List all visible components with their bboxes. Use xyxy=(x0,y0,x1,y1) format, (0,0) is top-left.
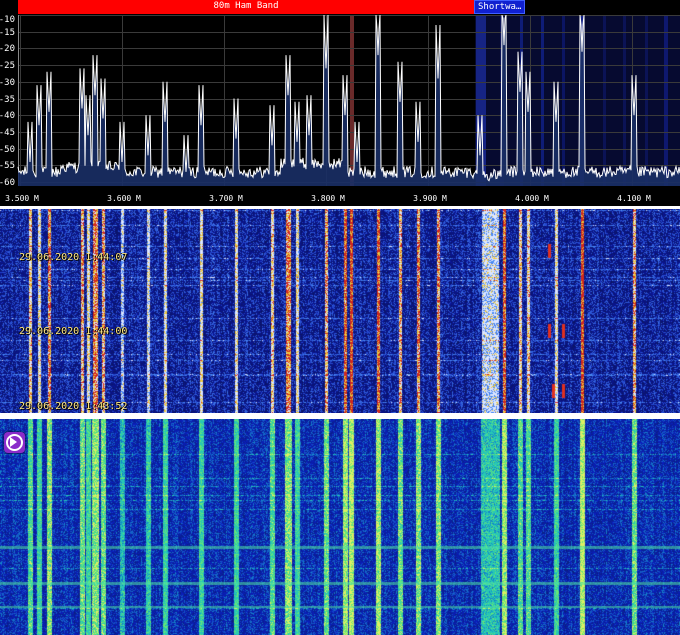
y-tick-label: -20 xyxy=(0,44,15,54)
waterfall-playback-canvas[interactable] xyxy=(0,419,680,635)
y-tick-label: -50 xyxy=(0,145,15,155)
x-tick-label: 3.800 M xyxy=(311,194,345,203)
spectrum-plot[interactable]: -10 -15 -20 -25 -30 -35 -40 -45 -50 -55 … xyxy=(0,15,680,206)
y-tick-label: -15 xyxy=(0,28,15,38)
play-button[interactable] xyxy=(4,432,25,453)
y-tick-label: -40 xyxy=(0,111,15,121)
y-tick-label: -35 xyxy=(0,95,15,105)
x-tick-label: 4.000 M xyxy=(515,194,549,203)
waterfall-canvas[interactable] xyxy=(0,209,680,413)
y-tick-label: -30 xyxy=(0,78,15,88)
band-shortwave[interactable]: Shortwa… xyxy=(474,0,525,14)
y-tick-label: -55 xyxy=(0,161,15,171)
x-tick-label: 3.900 M xyxy=(413,194,447,203)
waterfall-timestamp: 29.06.2020 1:43:52 xyxy=(19,401,128,412)
spectrum-display[interactable]: -10 -15 -20 -25 -30 -35 -40 -45 -50 -55 … xyxy=(0,15,680,206)
x-tick-label: 3.600 M xyxy=(107,194,141,203)
y-tick-label: -45 xyxy=(0,128,15,138)
band-80m-ham[interactable]: 80m Ham Band xyxy=(18,0,474,14)
y-tick-label: -60 xyxy=(0,178,15,188)
x-tick-label: 4.100 M xyxy=(617,194,651,203)
waterfall-timestamp: 29.06.2020 1:44:07 xyxy=(19,252,128,263)
x-tick-label: 3.500 M xyxy=(5,194,39,203)
band-plan-bar: 80m Ham Band Shortwa… xyxy=(0,0,680,15)
play-icon xyxy=(10,437,17,447)
waterfall-playback[interactable] xyxy=(0,419,680,635)
waterfall-timestamp: 29.06.2020 1:44:00 xyxy=(19,326,128,337)
sdr-app: 80m Ham Band Shortwa… -10 -15 -20 -25 -3… xyxy=(0,0,680,635)
y-tick-label: -25 xyxy=(0,61,15,71)
y-tick-label: -10 xyxy=(0,15,15,25)
waterfall-history[interactable]: 29.06.2020 1:44:07 29.06.2020 1:44:00 29… xyxy=(0,209,680,413)
x-tick-label: 3.700 M xyxy=(209,194,243,203)
